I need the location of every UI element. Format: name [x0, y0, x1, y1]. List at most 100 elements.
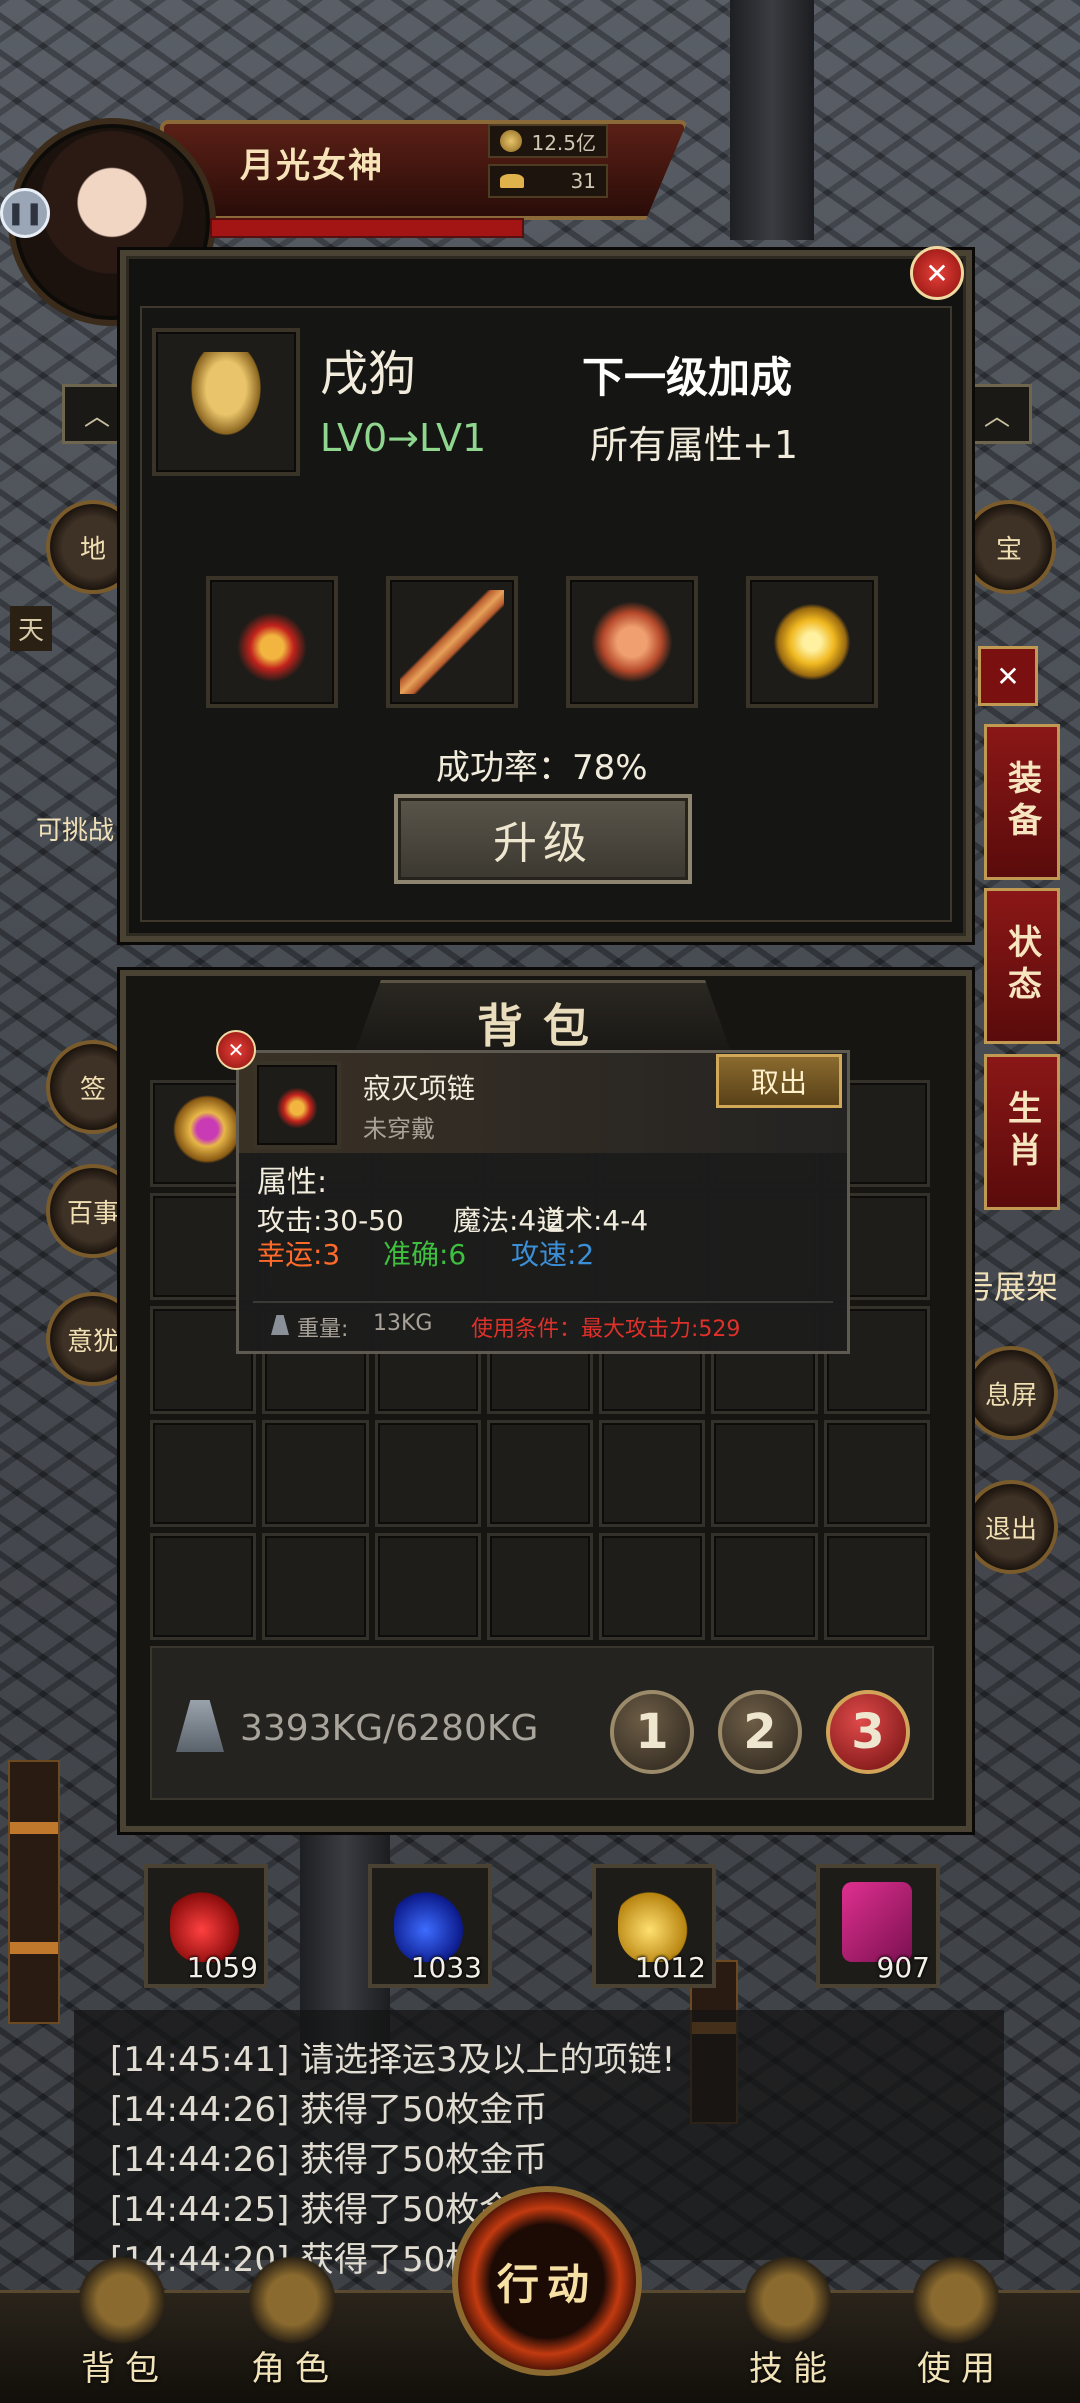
potion-count: 1059: [186, 1951, 258, 1984]
inventory-slot[interactable]: [711, 1532, 818, 1640]
tooltip-speed: 攻速:2: [511, 1238, 595, 1271]
spear-icon: [400, 590, 504, 694]
inventory-slot[interactable]: [711, 1419, 818, 1527]
nav-bag-button[interactable]: 背包: [60, 2250, 190, 2390]
material-slot[interactable]: [566, 576, 698, 708]
nav-skills-button[interactable]: 技能: [728, 2250, 858, 2390]
sky-label: 天: [10, 606, 53, 651]
potion-count: 907: [876, 1951, 930, 1984]
player-name: 月光女神: [240, 146, 384, 186]
red-potion-icon: [170, 1882, 240, 1962]
success-rate: 成功率：78%: [436, 748, 648, 788]
side-panel-close-icon[interactable]: ✕: [978, 646, 1038, 706]
material-slot[interactable]: [206, 576, 338, 708]
potion-count: 1012: [634, 1951, 706, 1984]
nav-character-button[interactable]: 角色: [230, 2250, 360, 2390]
inventory-slot[interactable]: [599, 1532, 706, 1640]
quick-slot[interactable]: 1012: [592, 1864, 716, 1988]
boss-challenge-label: 可挑战: [36, 816, 115, 846]
bonus-value: 所有属性+1: [590, 423, 799, 467]
events-label: 百事: [66, 1198, 119, 1229]
exit-button[interactable]: 退出: [964, 1480, 1058, 1574]
action-button[interactable]: 行动: [452, 2186, 642, 2376]
quick-slot[interactable]: 1059: [144, 1864, 268, 1988]
chat-line: [14:45:41] 请选择运3及以上的项链!: [110, 2040, 676, 2080]
bag-page-1-button[interactable]: 1: [610, 1690, 694, 1774]
zodiac-slot: [152, 328, 300, 476]
inventory-slot[interactable]: [823, 1532, 930, 1640]
tooltip-item-name: 寂灭项链: [363, 1072, 476, 1105]
tab-status[interactable]: 状态: [984, 888, 1060, 1044]
material-slot[interactable]: [386, 576, 518, 708]
ingot-display: 31: [488, 164, 608, 198]
map-button-label: 地: [79, 534, 106, 565]
tooltip-wear-status: 未穿戴: [363, 1115, 435, 1143]
screen-off-button[interactable]: 息屏: [964, 1346, 1058, 1440]
tooltip-accuracy: 准确:6: [383, 1238, 467, 1271]
inventory-slot[interactable]: [150, 1419, 257, 1527]
pause-toggle-icon[interactable]: ❚❚: [0, 188, 50, 238]
gold-amount: 12.5亿: [531, 130, 596, 155]
necklace-icon: [267, 1075, 327, 1135]
tooltip-item-slot: [253, 1061, 341, 1149]
inventory-slot[interactable]: [150, 1532, 257, 1640]
bag-page-2-button[interactable]: 2: [718, 1690, 802, 1774]
tooltip-weight-label: 重量:: [297, 1317, 349, 1342]
tooltip-use-condition: 使用条件：最大攻击力:529: [471, 1317, 741, 1342]
treasure-button[interactable]: 宝: [962, 500, 1056, 594]
sun-potion-icon: [618, 1882, 688, 1962]
tooltip-luck: 幸运:3: [257, 1238, 341, 1271]
collapse-right-button[interactable]: ︿: [962, 384, 1032, 444]
ingot-icon: [500, 174, 524, 188]
inventory-slot[interactable]: [599, 1419, 706, 1527]
exit-label: 退出: [984, 1514, 1037, 1545]
inventory-slot[interactable]: [486, 1419, 594, 1527]
title-rack-button[interactable]: 号展架: [962, 1262, 1058, 1308]
inventory-slot[interactable]: [262, 1532, 369, 1640]
inventory-slot[interactable]: [262, 1419, 369, 1527]
upgrade-button[interactable]: 升级: [394, 794, 692, 884]
gold-display: 12.5亿: [488, 124, 608, 158]
tooltip-weight-value: 13KG: [373, 1311, 433, 1336]
quick-slot[interactable]: 1033: [368, 1864, 492, 1988]
take-out-button[interactable]: 取出: [716, 1054, 842, 1108]
war-banner: [8, 1760, 60, 2024]
upgrade-close-icon[interactable]: ✕: [910, 246, 964, 300]
reminder-label: 意犹: [66, 1326, 119, 1357]
bracer-icon: [580, 590, 684, 694]
inventory-slot[interactable]: [823, 1419, 930, 1527]
tab-zodiac[interactable]: 生肖: [984, 1054, 1060, 1210]
weight-small-icon: [271, 1315, 289, 1335]
material-slot[interactable]: [746, 576, 878, 708]
chat-line: [14:44:26] 获得了50枚金币: [110, 2140, 548, 2180]
sign-in-label: 签: [79, 1074, 106, 1105]
chat-line: [14:44:25] 获得了50枚金: [110, 2190, 514, 2230]
screen-off-label: 息屏: [984, 1380, 1037, 1411]
golden-ring-icon: [161, 1091, 246, 1177]
inventory-slot[interactable]: [486, 1532, 594, 1640]
inventory-slot[interactable]: [374, 1419, 481, 1527]
quick-slot[interactable]: 907: [816, 1864, 940, 1988]
tooltip-attr-title: 属性:: [257, 1165, 328, 1200]
gold-ore-icon: [760, 590, 864, 694]
inventory-slot[interactable]: [374, 1532, 481, 1640]
health-bar: [210, 218, 524, 238]
stone-pillar: [730, 0, 814, 240]
bag-page-3-button[interactable]: 3: [826, 1690, 910, 1774]
scroll-pack-icon: [842, 1882, 912, 1962]
backpack-weight: 3393KG/6280KG: [240, 1708, 539, 1749]
gold-coin-icon: [500, 130, 522, 152]
zodiac-name: 戌狗: [320, 346, 417, 402]
ingot-amount: 31: [570, 169, 596, 193]
blue-potion-icon: [394, 1882, 464, 1962]
bonus-title: 下一级加成: [582, 353, 793, 402]
tooltip-divider: [253, 1301, 833, 1303]
potion-count: 1033: [410, 1951, 482, 1984]
chat-line: [14:44:26] 获得了50枚金币: [110, 2090, 548, 2130]
zodiac-level-change: LV0→LV1: [320, 416, 487, 460]
tab-equipment[interactable]: 装备: [984, 724, 1060, 880]
treasure-label: 宝: [995, 534, 1022, 565]
red-necklace-icon: [220, 590, 324, 694]
tooltip-close-icon[interactable]: ✕: [216, 1030, 256, 1070]
nav-use-button[interactable]: 使用: [896, 2250, 1026, 2390]
